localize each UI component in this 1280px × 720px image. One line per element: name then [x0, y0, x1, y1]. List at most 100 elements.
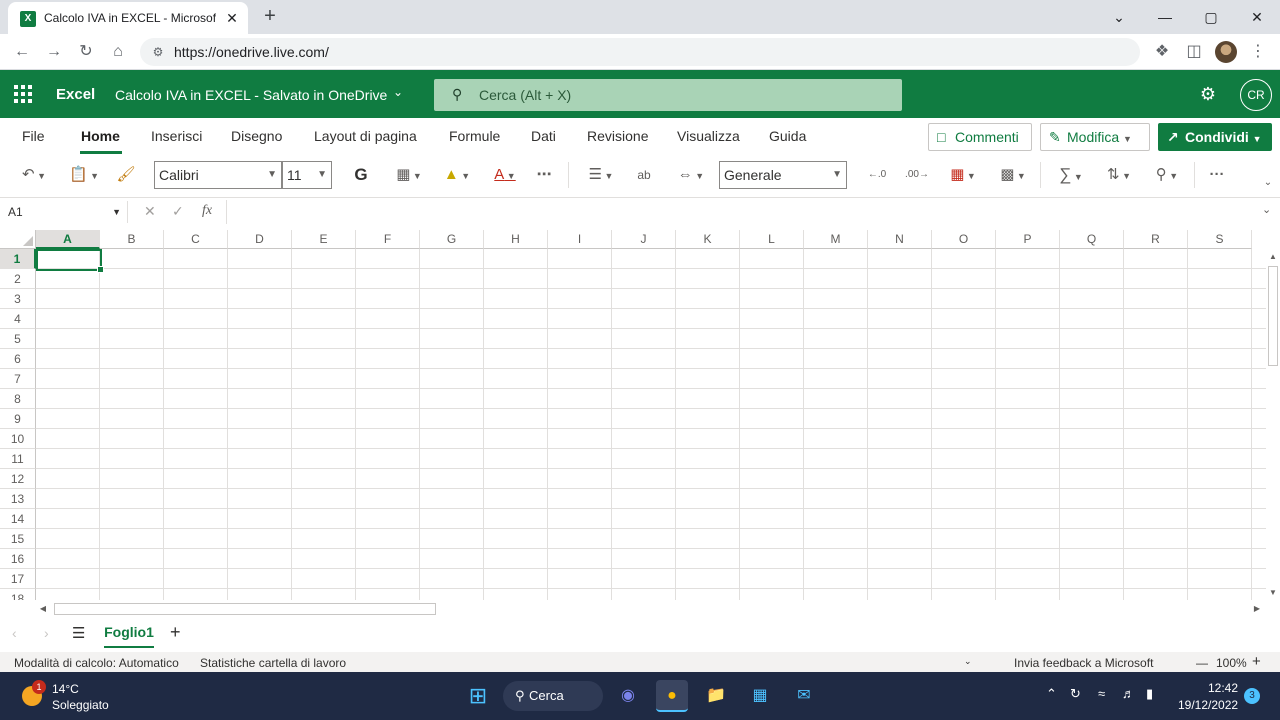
- edit-mode-button[interactable]: ✎ Modifica ▼: [1040, 123, 1150, 151]
- comments-button[interactable]: □ Commenti: [928, 123, 1032, 151]
- sheet-tab[interactable]: Foglio1: [104, 618, 154, 648]
- all-sheets-icon[interactable]: ☰: [72, 624, 85, 642]
- tab-dati[interactable]: Dati: [531, 128, 556, 144]
- sync-icon[interactable]: ↻: [1070, 686, 1081, 702]
- tab-search-icon[interactable]: ⌄: [1096, 4, 1142, 30]
- user-avatar[interactable]: CR: [1240, 79, 1272, 111]
- share-button[interactable]: ↗ Condividi ▼: [1158, 123, 1272, 151]
- browser-tab[interactable]: X Calcolo IVA in EXCEL - Microsoft ✕: [8, 2, 248, 34]
- mail-icon[interactable]: ✉: [788, 680, 820, 712]
- format-painter-icon[interactable]: 🖌: [114, 164, 138, 186]
- reload-icon[interactable]: ↻: [74, 40, 98, 64]
- url-field[interactable]: ⚙ https://onedrive.live.com/: [140, 38, 1140, 66]
- tab-disegno[interactable]: Disegno: [231, 128, 282, 144]
- formula-input[interactable]: [226, 200, 1256, 224]
- column-header-h[interactable]: H: [484, 230, 548, 249]
- row-header-14[interactable]: 14: [0, 509, 36, 529]
- calc-mode-status[interactable]: Modalità di calcolo: Automatico: [14, 656, 179, 670]
- row-header-12[interactable]: 12: [0, 469, 36, 489]
- column-header-m[interactable]: M: [804, 230, 868, 249]
- row-header-3[interactable]: 3: [0, 289, 36, 309]
- tab-home[interactable]: Home: [81, 128, 120, 144]
- select-all-corner[interactable]: [0, 230, 36, 249]
- vertical-scrollbar[interactable]: ▲ ▼: [1266, 250, 1280, 602]
- active-cell[interactable]: [36, 249, 104, 273]
- row-header-15[interactable]: 15: [0, 529, 36, 549]
- column-header-o[interactable]: O: [932, 230, 996, 249]
- scroll-down-icon[interactable]: ▼: [1266, 586, 1280, 600]
- tab-revisione[interactable]: Revisione: [587, 128, 648, 144]
- column-header-a[interactable]: A: [36, 230, 100, 249]
- column-header-q[interactable]: Q: [1060, 230, 1124, 249]
- column-header-s[interactable]: S: [1188, 230, 1252, 249]
- tab-guida[interactable]: Guida: [769, 128, 806, 144]
- prev-sheet-icon[interactable]: ‹: [12, 625, 17, 641]
- column-header-n[interactable]: N: [868, 230, 932, 249]
- borders-icon[interactable]: ▦ ▼: [390, 164, 428, 186]
- clock-date[interactable]: 19/12/2022: [1178, 698, 1238, 712]
- row-header-18[interactable]: 18: [0, 589, 36, 600]
- tab-close-icon[interactable]: ✕: [222, 8, 242, 28]
- more-font-options-icon[interactable]: ⋯: [532, 164, 556, 186]
- scroll-left-icon[interactable]: ◀: [36, 602, 50, 616]
- scroll-thumb[interactable]: [1268, 266, 1278, 366]
- search-input[interactable]: ⚲ Cerca (Alt + X): [434, 79, 902, 111]
- row-header-5[interactable]: 5: [0, 329, 36, 349]
- column-header-d[interactable]: D: [228, 230, 292, 249]
- volume-icon[interactable]: ♬: [1122, 686, 1135, 701]
- browser-menu-icon[interactable]: ⋮: [1246, 40, 1270, 64]
- font-color-icon[interactable]: A ▼: [486, 164, 524, 186]
- column-header-p[interactable]: P: [996, 230, 1060, 249]
- zoom-in-icon[interactable]: +: [1252, 653, 1261, 670]
- sort-filter-icon[interactable]: ⇅ ▼: [1100, 164, 1138, 186]
- horizontal-scrollbar[interactable]: ◀ ▶: [36, 602, 1266, 616]
- number-format-select[interactable]: Generale ▼: [719, 161, 847, 189]
- column-header-r[interactable]: R: [1124, 230, 1188, 249]
- file-explorer-icon[interactable]: 📁: [700, 680, 732, 712]
- chevron-up-icon[interactable]: ⌃: [1046, 686, 1057, 702]
- new-tab-button[interactable]: +: [258, 5, 282, 29]
- row-header-6[interactable]: 6: [0, 349, 36, 369]
- windows-start-icon[interactable]: ⊞: [462, 680, 494, 712]
- find-icon[interactable]: ⚲ ▼: [1148, 164, 1186, 186]
- store-icon[interactable]: ▦: [744, 680, 776, 712]
- column-header-g[interactable]: G: [420, 230, 484, 249]
- increase-decimal-icon[interactable]: ←.0: [864, 164, 890, 186]
- zoom-out-icon[interactable]: —: [1196, 656, 1208, 670]
- bold-button[interactable]: G: [350, 164, 372, 186]
- cancel-icon[interactable]: ✕: [144, 203, 156, 220]
- settings-gear-icon[interactable]: ⚙: [1197, 84, 1219, 106]
- merge-cells-icon[interactable]: ⇔ ▼: [672, 164, 710, 186]
- browser-profile-avatar[interactable]: [1215, 41, 1237, 63]
- document-title[interactable]: Calcolo IVA in EXCEL - Salvato in OneDri…: [115, 87, 387, 103]
- font-name-select[interactable]: Calibri ▼: [154, 161, 282, 189]
- teams-icon[interactable]: ◉: [612, 680, 644, 712]
- column-header-f[interactable]: F: [356, 230, 420, 249]
- forward-arrow-icon[interactable]: →: [42, 40, 66, 64]
- clock-time[interactable]: 12:42: [1208, 681, 1238, 695]
- enter-icon[interactable]: ✓: [172, 203, 184, 220]
- site-info-icon[interactable]: ⚙: [150, 44, 166, 60]
- undo-icon[interactable]: ↶ ▼: [16, 164, 52, 186]
- autosum-icon[interactable]: ∑ ▼: [1052, 164, 1090, 186]
- font-size-select[interactable]: 11 ▼: [282, 161, 332, 189]
- worksheet-grid[interactable]: ABCDEFGHIJKLMNOPQRS 1 2 3 4 5 6 7 8 9 10 11 12 13 14 1…: [0, 230, 1266, 600]
- row-header-4[interactable]: 4: [0, 309, 36, 329]
- tab-visualizza[interactable]: Visualizza: [677, 128, 740, 144]
- taskbar-search[interactable]: ⚲ Cerca: [503, 681, 603, 711]
- chevron-down-icon[interactable]: ⌄: [393, 85, 403, 99]
- row-header-1[interactable]: 1: [0, 249, 36, 269]
- app-launcher-icon[interactable]: [14, 85, 32, 103]
- column-header-i[interactable]: I: [548, 230, 612, 249]
- column-header-k[interactable]: K: [676, 230, 740, 249]
- extensions-icon[interactable]: ❖: [1150, 40, 1174, 64]
- tab-inserisci[interactable]: Inserisci: [151, 128, 202, 144]
- add-sheet-button[interactable]: +: [170, 622, 181, 643]
- align-icon[interactable]: ☰ ▼: [582, 164, 620, 186]
- expand-formula-bar-icon[interactable]: ⌄: [1262, 203, 1271, 216]
- battery-icon[interactable]: ▮: [1146, 686, 1153, 702]
- row-header-11[interactable]: 11: [0, 449, 36, 469]
- paste-icon[interactable]: 📋 ▼: [66, 164, 102, 186]
- feedback-link[interactable]: Invia feedback a Microsoft: [1014, 656, 1153, 670]
- close-window-button[interactable]: ✕: [1234, 4, 1280, 30]
